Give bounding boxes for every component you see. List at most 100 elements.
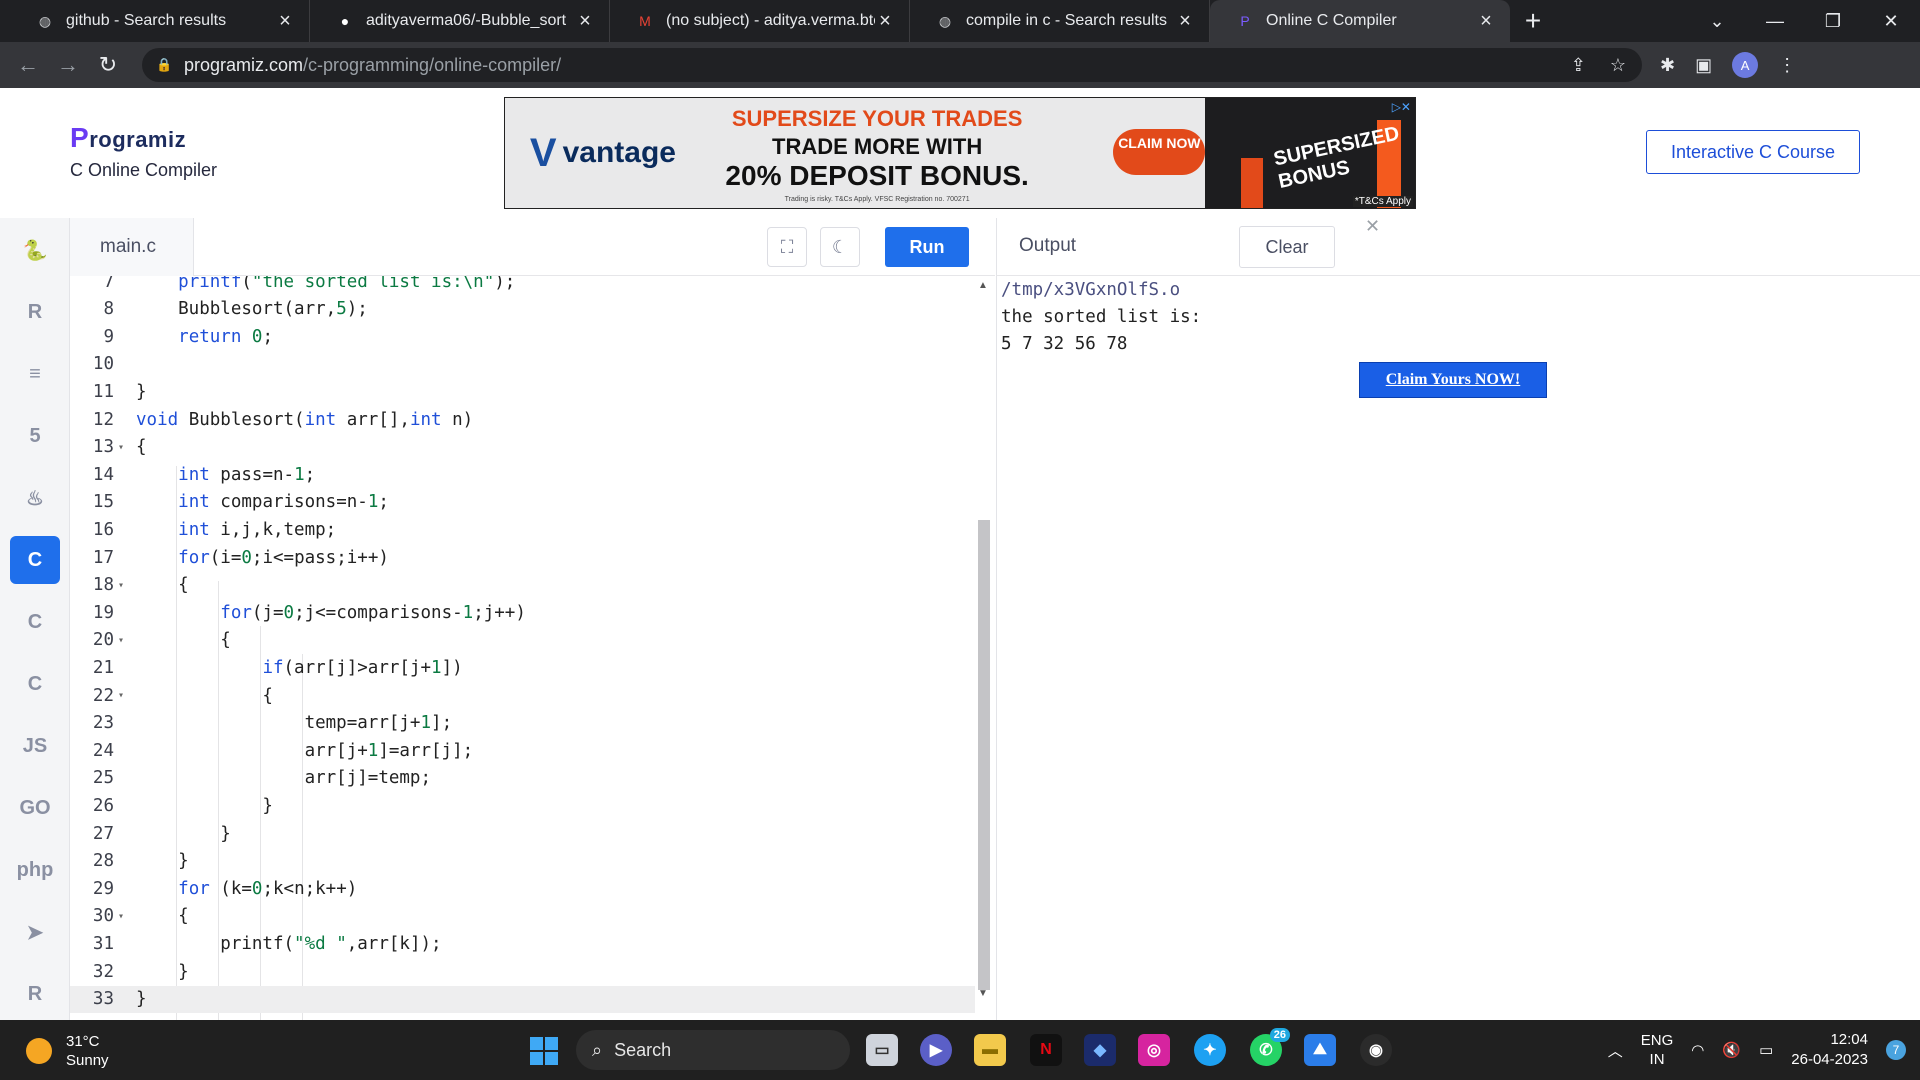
fold-arrow-icon[interactable]: ▾ [116,635,132,646]
menu-kebab-icon[interactable]: ⋮ [1778,55,1796,76]
language-indicator[interactable]: ENG IN [1641,1031,1674,1069]
clock[interactable]: 12:04 26-04-2023 [1791,1030,1868,1070]
code-editor[interactable]: 7 printf("the sorted list is:\n"); 8 Bubb… [70,276,980,1020]
fold-arrow-icon[interactable]: ▾ [116,690,132,701]
lock-icon[interactable]: 🔒 [156,57,172,73]
code-line[interactable]: 29 for (k=0;k<n;k++) [70,875,980,902]
php-icon[interactable]: php [10,846,60,894]
html5-icon[interactable]: 5 [10,412,60,460]
new-tab-button[interactable]: + [1510,0,1556,42]
side-panel-icon[interactable]: ▣ [1695,55,1712,76]
code-line[interactable]: 18 ▾ { [70,572,980,599]
csharp-icon[interactable]: C [10,660,60,708]
dark-mode-icon[interactable]: ☾ [820,227,860,267]
code-line[interactable]: 10 [70,351,980,378]
task-view-icon[interactable]: ▭ [866,1034,898,1066]
code-line[interactable]: 7 printf("the sorted list is:\n"); [70,276,980,295]
profile-avatar[interactable]: A [1732,52,1759,78]
go-icon[interactable]: GO [10,784,60,832]
fold-arrow-icon[interactable]: ▾ [116,442,132,453]
taskbar-search[interactable]: ⌕ Search [576,1030,850,1070]
code-line[interactable]: 23 temp=arr[j+1]; [70,710,980,737]
battery-icon[interactable]: ▭ [1759,1041,1773,1059]
back-icon[interactable]: ← [8,52,48,78]
code-line[interactable]: 27 } [70,820,980,847]
code-line[interactable]: 13 ▾ { [70,434,980,461]
fullscreen-icon[interactable]: ⛶ [767,227,807,267]
browser-tab[interactable]: ● adityaverma06/-Bubble_sort × [310,0,610,42]
bookmark-star-icon[interactable]: ☆ [1610,55,1626,76]
python-icon[interactable]: 🐍 [10,226,60,274]
forward-icon[interactable]: → [48,52,88,78]
close-tab-icon[interactable]: × [575,10,595,33]
instagram-icon[interactable]: ◎ [1138,1034,1170,1066]
cpp-icon[interactable]: C [10,598,60,646]
file-explorer-icon[interactable]: ▬ [974,1034,1006,1066]
rust-icon[interactable]: R [10,970,60,1018]
code-line[interactable]: 19 for(j=0;j<=comparisons-1;j++) [70,599,980,626]
js-icon[interactable]: JS [10,722,60,770]
code-line[interactable]: 16 int i,j,k,temp; [70,516,980,543]
ad-close-icon[interactable]: ✕ [1365,216,1380,237]
code-line[interactable]: 20 ▾ { [70,627,980,654]
code-line[interactable]: 15 int comparisons=n-1; [70,489,980,516]
run-button[interactable]: Run [885,227,969,267]
url-bar[interactable]: 🔒 programiz.com/c-programming/online-com… [142,48,1642,82]
volume-muted-icon[interactable]: 🔇 [1722,1041,1741,1059]
c-icon[interactable]: C [10,536,60,584]
code-line[interactable]: 17 for(i=0;i<=pass;i++) [70,544,980,571]
browser-tab[interactable]: ◍ compile in c - Search results × [910,0,1210,42]
teams-chat-icon[interactable]: ▶ [920,1034,952,1066]
whatsapp-icon[interactable]: ✆ 26 [1250,1028,1290,1066]
claim-yours-button[interactable]: Claim Yours NOW! [1359,362,1547,398]
clear-button[interactable]: Clear [1239,226,1335,268]
code-line[interactable]: 12 void Bubblesort(int arr[],int n) [70,406,980,433]
code-line[interactable]: 30 ▾ { [70,903,980,930]
twitter-icon[interactable]: ✦ [1194,1034,1226,1066]
code-line[interactable]: 8 Bubblesort(arr,5); [70,296,980,323]
close-window-icon[interactable]: ✕ [1862,11,1920,32]
code-line[interactable]: 31 printf("%d ",arr[k]); [70,930,980,957]
swift-icon[interactable]: ➤ [10,908,60,956]
code-line[interactable]: 9 return 0; [70,323,980,350]
copilot-icon[interactable]: ◆ [1084,1034,1116,1066]
ad-claim-button[interactable]: CLAIM NOW [1113,129,1206,175]
ad-choices-icon[interactable]: ▷✕ [1392,100,1411,114]
code-line[interactable]: 11} [70,378,980,405]
code-line[interactable]: 25 arr[j]=temp; [70,765,980,792]
code-line[interactable]: 28 } [70,848,980,875]
code-line[interactable]: 26 } [70,792,980,819]
close-tab-icon[interactable]: × [875,10,895,33]
reload-icon[interactable]: ↻ [88,52,128,78]
java-icon[interactable]: ♨ [10,474,60,522]
wifi-icon[interactable]: ◠ [1691,1041,1704,1059]
restore-icon[interactable]: ❐ [1804,11,1862,32]
browser-tab[interactable]: ◍ github - Search results × [10,0,310,42]
fold-arrow-icon[interactable]: ▾ [116,911,132,922]
netflix-icon[interactable]: N [1030,1034,1062,1066]
sql-icon[interactable]: ≡ [10,350,60,398]
weather-widget[interactable]: 31°C Sunny [26,1032,109,1070]
extensions-icon[interactable]: ✱ [1660,55,1675,76]
chrome-icon[interactable]: ◉ [1360,1034,1392,1066]
code-line[interactable]: 22 ▾ { [70,682,980,709]
interactive-course-button[interactable]: Interactive C Course [1646,130,1860,174]
r-icon[interactable]: R [10,288,60,336]
close-tab-icon[interactable]: × [1476,10,1496,33]
minimize-icon[interactable]: — [1746,11,1804,32]
file-tab-main-c[interactable]: main.c [70,218,194,276]
code-line[interactable]: 32 } [70,958,980,985]
code-line[interactable]: 14 int pass=n-1; [70,461,980,488]
scroll-up-icon[interactable]: ▲ [978,280,988,291]
programiz-logo[interactable]: Programiz C Online Compiler [70,122,217,181]
photos-icon[interactable]: ⛰ [1304,1034,1336,1066]
scrollbar-thumb[interactable] [978,520,990,990]
code-line[interactable]: 24 arr[j+1]=arr[j]; [70,737,980,764]
browser-tab[interactable]: P Online C Compiler × [1210,0,1510,42]
browser-tab[interactable]: M (no subject) - aditya.verma.btech× [610,0,910,42]
code-line[interactable]: 33} [70,985,980,1013]
code-line[interactable]: 21 if(arr[j]>arr[j+1]) [70,654,980,681]
advertisement-banner[interactable]: Vvantage SUPERSIZE YOUR TRADES TRADE MOR… [504,97,1416,209]
share-icon[interactable]: ⇪ [1571,55,1586,76]
tab-search-icon[interactable]: ⌄ [1688,11,1746,32]
